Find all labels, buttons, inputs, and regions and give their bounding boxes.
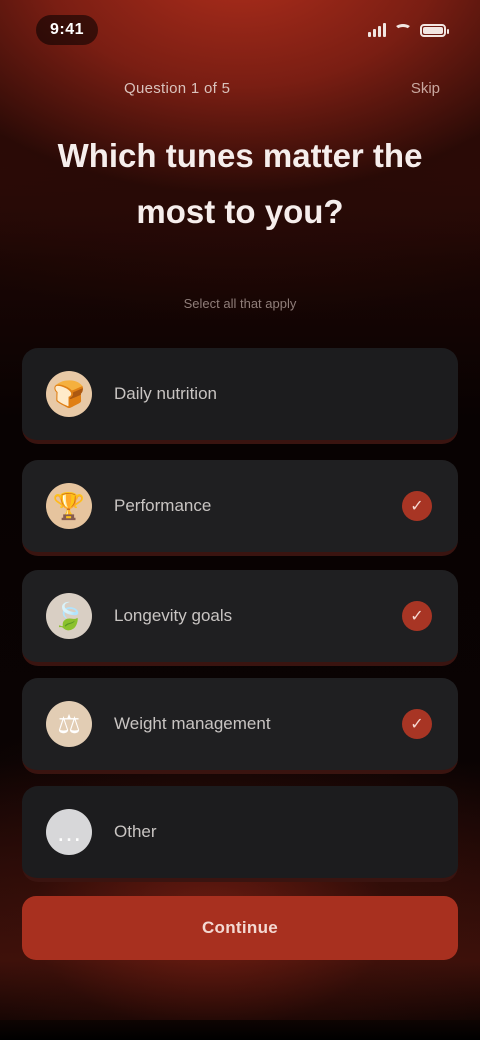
trophy-icon: 🏆 bbox=[46, 483, 92, 529]
signal-icon bbox=[368, 23, 386, 37]
leaf-icon: 🍃 bbox=[46, 593, 92, 639]
skip-button[interactable]: Skip bbox=[411, 80, 440, 97]
scale-icon: ⚖ bbox=[46, 701, 92, 747]
option-label: Daily nutrition bbox=[114, 384, 217, 403]
check-icon: ✓ bbox=[402, 601, 432, 631]
top-nav: Question 1 of 5 Skip bbox=[0, 68, 480, 108]
continue-button[interactable]: Continue bbox=[22, 896, 458, 960]
option-label: Weight management bbox=[114, 714, 271, 733]
option-other[interactable]: … Other bbox=[22, 786, 458, 882]
option-daily-nutrition[interactable]: 🍞 Daily nutrition bbox=[22, 348, 458, 444]
progress-label: Question 1 of 5 bbox=[124, 79, 231, 97]
option-performance[interactable]: 🏆 Performance ✓ bbox=[22, 460, 458, 556]
check-icon: ✓ bbox=[402, 491, 432, 521]
battery-icon bbox=[420, 23, 449, 37]
app-screen: 9:41 Question 1 of 5 Skip Which tunes ma… bbox=[0, 0, 480, 1040]
page-title: Which tunes matter the most to you? bbox=[57, 137, 423, 230]
option-label: Performance bbox=[114, 496, 212, 515]
check-icon: ✓ bbox=[402, 709, 432, 739]
more-icon: … bbox=[46, 809, 92, 855]
bread-icon: 🍞 bbox=[46, 371, 92, 417]
wifi-icon bbox=[394, 24, 412, 36]
status-icons bbox=[368, 23, 449, 37]
option-label: Other bbox=[114, 822, 157, 841]
page-subtitle: Select all that apply bbox=[183, 296, 297, 311]
option-weight-management[interactable]: ⚖ Weight management ✓ bbox=[22, 678, 458, 774]
status-bar: 9:41 bbox=[0, 0, 480, 60]
status-time: 9:41 bbox=[36, 15, 99, 45]
option-list: 🍞 Daily nutrition 🏆 Performance ✓ 🍃 Long… bbox=[22, 348, 458, 894]
option-longevity-goals[interactable]: 🍃 Longevity goals ✓ bbox=[22, 570, 458, 666]
option-label: Longevity goals bbox=[114, 606, 233, 625]
